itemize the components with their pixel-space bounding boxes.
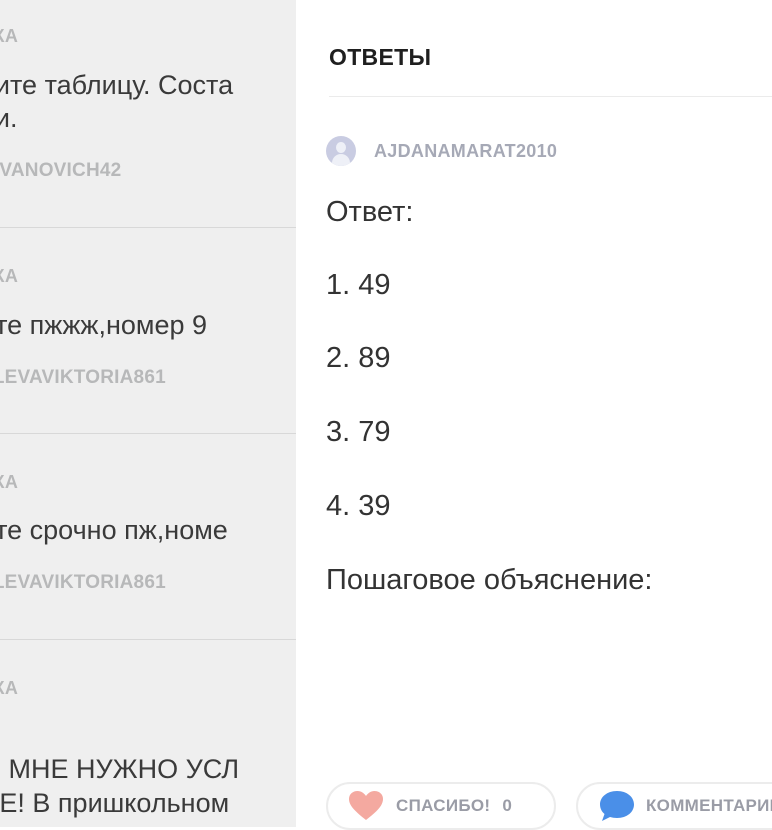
answer-text-line: 2. 89 <box>326 342 391 374</box>
question-subject: ИКА <box>0 678 19 698</box>
answer-text-line: Ответ: <box>326 196 414 228</box>
question-item[interactable]: ИКА О МНЕ НУЖНО УСЛ ИЕ! В пришкольном <box>0 0 296 827</box>
answer-author[interactable]: AJDANAMARAT2010 <box>326 136 557 166</box>
answer-text-line: 1. 49 <box>326 269 391 301</box>
question-text-line: ИЕ! В пришкольном <box>0 788 230 818</box>
comments-button[interactable]: КОММЕНТАРИИ <box>576 782 772 830</box>
user-avatar-icon[interactable] <box>326 136 356 166</box>
thanks-count: 0 <box>502 796 512 815</box>
panel-title: ОТВЕТЫ <box>329 44 432 70</box>
question-text-line: О МНЕ НУЖНО УСЛ <box>0 754 240 784</box>
author-name[interactable]: AJDANAMARAT2010 <box>374 141 557 162</box>
question-list: ИКА ните таблицу. Соста ни. RIVANOVICH42… <box>0 0 296 827</box>
answer-text-line: 3. 79 <box>326 416 391 448</box>
heart-icon <box>349 791 383 820</box>
comments-label: КОММЕНТАРИИ <box>646 796 772 815</box>
answers-panel: ОТВЕТЫ AJDANAMARAT2010 Ответ: 1. 49 2. 8… <box>296 0 772 830</box>
divider <box>329 96 772 97</box>
answer-text-line: Пошаговое объяснение: <box>326 564 653 596</box>
comment-bubble-icon <box>600 791 634 821</box>
thanks-label: СПАСИБО! <box>396 796 491 815</box>
answer-text-line: 4. 39 <box>326 490 391 522</box>
thanks-button[interactable]: СПАСИБО! 0 <box>326 782 556 830</box>
